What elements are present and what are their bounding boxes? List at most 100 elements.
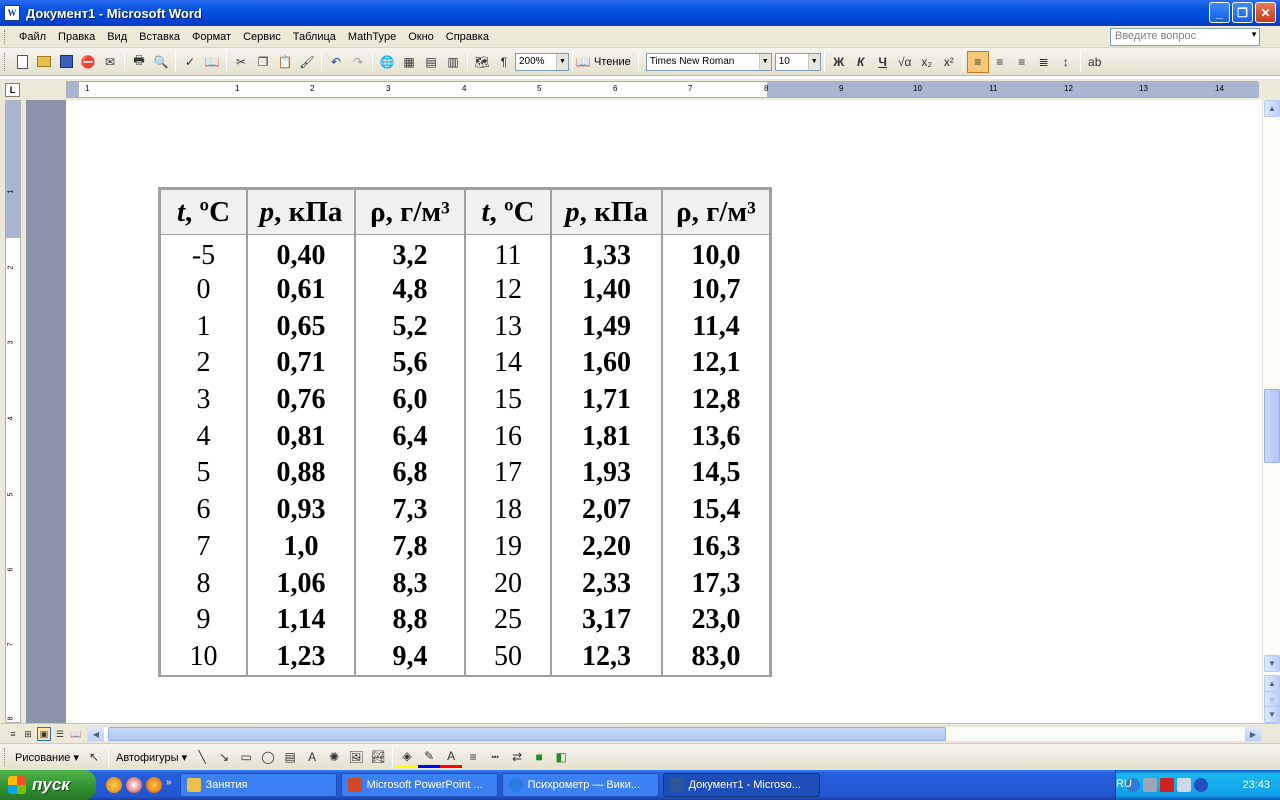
table-cell[interactable]: 8,3: [355, 565, 465, 602]
table-cell[interactable]: 6,4: [355, 418, 465, 456]
table-cell[interactable]: 12,8: [662, 381, 770, 419]
opera-icon[interactable]: [126, 777, 142, 793]
select-objects-icon[interactable]: ↖: [83, 746, 105, 768]
table-cell[interactable]: 7: [160, 528, 247, 566]
menu-table[interactable]: Таблица: [287, 31, 342, 43]
table-cell[interactable]: 7,8: [355, 528, 465, 566]
arrow-style-button[interactable]: ⇄: [506, 746, 528, 768]
header-cell[interactable]: p, кПа: [247, 189, 355, 235]
table-cell[interactable]: 16: [465, 418, 551, 456]
table-cell[interactable]: 16,3: [662, 528, 770, 566]
toolbar-grip[interactable]: [4, 748, 7, 766]
line-spacing-button[interactable]: ↕: [1055, 51, 1077, 73]
table-cell[interactable]: 0,65: [247, 308, 355, 346]
clipart-button[interactable]: 🖼: [345, 746, 367, 768]
subscript-button[interactable]: x₂: [916, 51, 938, 73]
menu-file[interactable]: Файл: [13, 31, 52, 43]
menu-grip[interactable]: [4, 29, 7, 44]
spelling-button[interactable]: ✓: [179, 51, 201, 73]
reading-layout-button[interactable]: 📖: [69, 727, 83, 741]
table-cell[interactable]: 0,61: [247, 271, 355, 309]
table-cell[interactable]: 2,07: [551, 491, 662, 529]
font-size-select[interactable]: 10 ▼: [774, 52, 821, 71]
header-cell[interactable]: t, ºС: [160, 189, 247, 235]
hyperlink-button[interactable]: 🌐: [376, 51, 398, 73]
show-hide-button[interactable]: ¶: [493, 51, 515, 73]
chevron-down-icon[interactable]: ▼: [807, 53, 820, 70]
table-cell[interactable]: 13,6: [662, 418, 770, 456]
align-left-button[interactable]: ≡: [966, 50, 989, 73]
vapor-pressure-table[interactable]: t, ºС p, кПа ρ, г/м³ t, ºС p, кПа ρ, г/м…: [158, 187, 772, 678]
table-cell[interactable]: 10,7: [662, 271, 770, 309]
align-center-button[interactable]: ≡: [989, 51, 1011, 73]
document-map-button[interactable]: 🗺: [471, 51, 493, 73]
outline-view-button[interactable]: ☰: [53, 727, 67, 741]
bold-button[interactable]: Ж: [828, 51, 850, 73]
table-cell[interactable]: 4: [160, 418, 247, 456]
start-button[interactable]: пуск: [0, 770, 96, 800]
table-cell[interactable]: 6: [160, 491, 247, 529]
table-cell[interactable]: 15: [465, 381, 551, 419]
equation-button[interactable]: √α: [894, 51, 916, 73]
table-cell[interactable]: 0,93: [247, 491, 355, 529]
quick-launch-more-icon[interactable]: »: [166, 777, 172, 793]
header-cell[interactable]: ρ, г/м³: [662, 189, 770, 235]
scroll-thumb[interactable]: [1264, 389, 1280, 463]
table-cell[interactable]: 1,23: [247, 638, 355, 676]
justify-button[interactable]: ≣: [1033, 51, 1055, 73]
insert-table-button[interactable]: ▤: [420, 51, 442, 73]
next-page-button[interactable]: ▼: [1264, 706, 1280, 723]
table-cell[interactable]: 9: [160, 601, 247, 639]
table-cell[interactable]: 5,6: [355, 345, 465, 382]
header-cell[interactable]: p, кПа: [551, 189, 662, 235]
save-button[interactable]: [55, 51, 77, 73]
task-button-folder[interactable]: Занятия: [179, 773, 337, 797]
undo-button[interactable]: ↶: [325, 51, 347, 73]
maximize-button[interactable]: ❐: [1232, 2, 1253, 23]
table-cell[interactable]: 15,4: [662, 491, 770, 529]
table-cell[interactable]: 11,4: [662, 308, 770, 346]
network-icon[interactable]: [1143, 778, 1157, 792]
menu-window[interactable]: Окно: [402, 31, 440, 43]
reading-mode-button[interactable]: Чтение: [590, 56, 635, 68]
superscript-button[interactable]: x²: [938, 51, 960, 73]
table-cell[interactable]: 2,33: [551, 565, 662, 602]
header-cell[interactable]: t, ºС: [465, 189, 551, 235]
diagram-button[interactable]: ✺: [323, 746, 345, 768]
web-layout-button[interactable]: ⊞: [21, 727, 35, 741]
zoom-select[interactable]: 200% ▼: [515, 52, 569, 71]
table-cell[interactable]: 0,71: [247, 345, 355, 382]
horizontal-scroll-thumb[interactable]: [108, 727, 946, 741]
table-cell[interactable]: 83,0: [662, 638, 770, 676]
clock[interactable]: 23:43: [1242, 779, 1270, 791]
text-box-button[interactable]: ▤: [279, 746, 301, 768]
research-button[interactable]: 📖: [201, 51, 223, 73]
bluetooth-icon[interactable]: [1194, 778, 1208, 792]
line-tool-button[interactable]: ╲: [191, 746, 213, 768]
volume-icon[interactable]: [1177, 778, 1191, 792]
table-cell[interactable]: 12,1: [662, 345, 770, 382]
line-style-button[interactable]: ≡: [462, 746, 484, 768]
table-cell[interactable]: 3,17: [551, 601, 662, 639]
table-cell[interactable]: 12,3: [551, 638, 662, 676]
table-cell[interactable]: 7,3: [355, 491, 465, 529]
wordart-button[interactable]: A: [301, 746, 323, 768]
table-cell[interactable]: 1,14: [247, 601, 355, 639]
vertical-ruler[interactable]: 1 2 3 4 5 6 7 8: [5, 100, 21, 723]
redo-button[interactable]: ↷: [347, 51, 369, 73]
table-cell[interactable]: 8,8: [355, 601, 465, 639]
table-cell[interactable]: 1,60: [551, 345, 662, 382]
italic-button[interactable]: К: [850, 51, 872, 73]
highlight-button[interactable]: ab: [1084, 51, 1106, 73]
task-button-word[interactable]: Документ1 - Microso...: [662, 773, 820, 797]
minimize-button[interactable]: _: [1209, 2, 1230, 23]
firefox-icon[interactable]: [146, 777, 162, 793]
dash-style-button[interactable]: ┅: [484, 746, 506, 768]
table-cell[interactable]: 12: [465, 271, 551, 309]
header-cell[interactable]: ρ, г/м³: [355, 189, 465, 235]
close-button[interactable]: ✕: [1255, 2, 1276, 23]
table-cell[interactable]: 23,0: [662, 601, 770, 639]
menu-edit[interactable]: Правка: [52, 31, 101, 43]
table-cell[interactable]: 0,76: [247, 381, 355, 419]
menu-format[interactable]: Формат: [186, 31, 237, 43]
